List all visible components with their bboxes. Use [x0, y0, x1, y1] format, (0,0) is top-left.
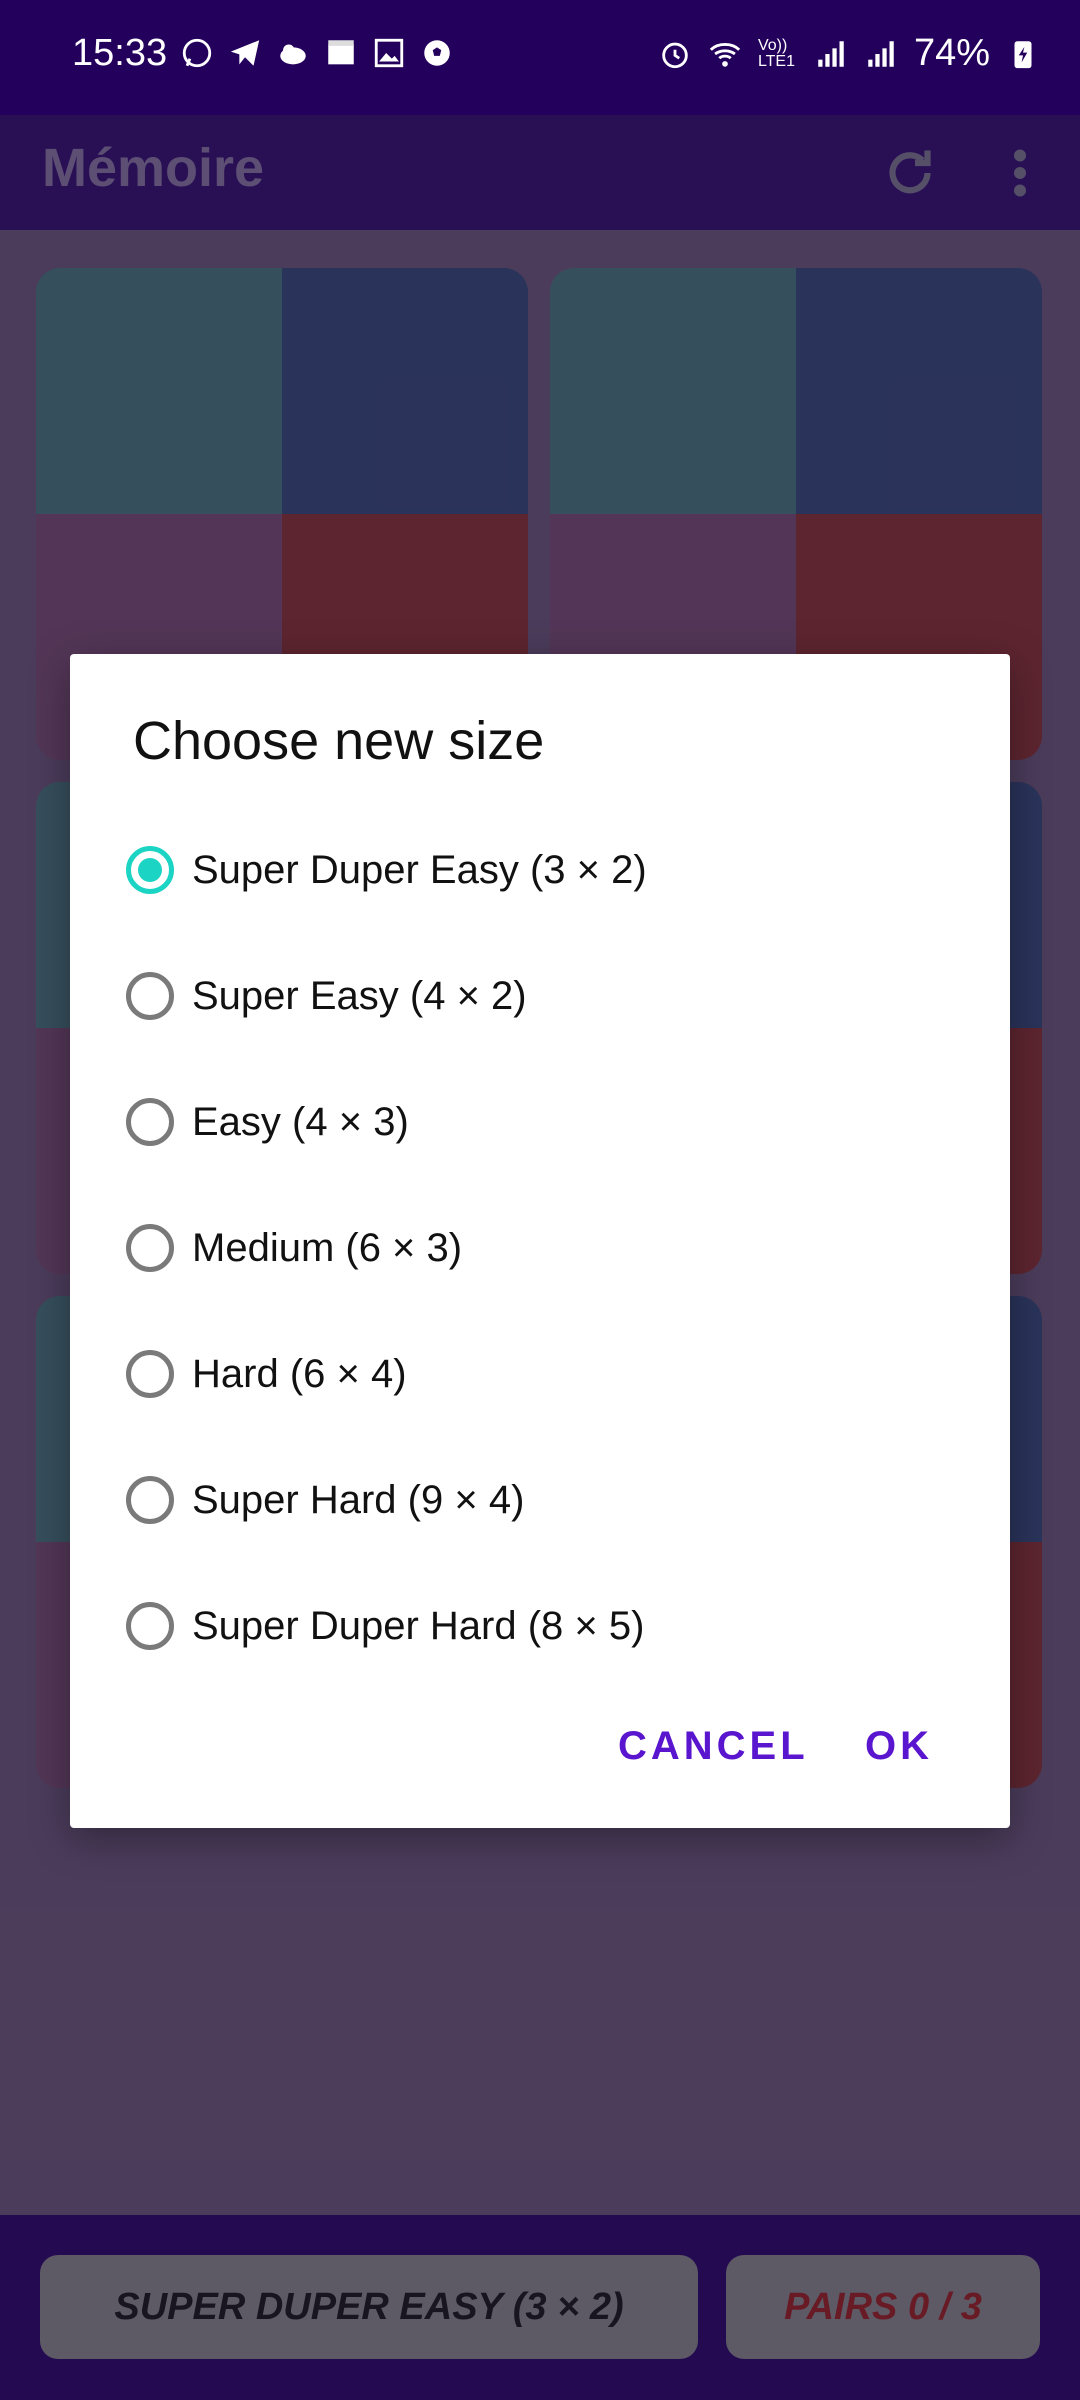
radio-unselected[interactable] [126, 1098, 174, 1146]
wifi-icon [709, 42, 741, 67]
cloud-icon [280, 44, 306, 65]
size-option[interactable]: Super Duper Hard (8 × 5) [126, 1581, 946, 1671]
battery-icon [1014, 40, 1032, 68]
soccer-icon [424, 40, 450, 66]
radio-unselected[interactable] [126, 1224, 174, 1272]
size-option-label: Hard (6 × 4) [192, 1351, 407, 1396]
size-option[interactable]: Easy (4 × 3) [126, 1077, 946, 1167]
size-option-label: Easy (4 × 3) [192, 1099, 409, 1144]
size-option-label: Super Easy (4 × 2) [192, 973, 527, 1018]
radio-unselected[interactable] [126, 1350, 174, 1398]
battery-percent: 74% [913, 32, 990, 74]
image-icon [374, 38, 404, 68]
telegram-icon [230, 40, 260, 66]
size-option-label: Super Duper Hard (8 × 5) [192, 1603, 645, 1648]
radio-unselected[interactable] [126, 1602, 174, 1650]
ok-button[interactable]: OK [865, 1724, 933, 1769]
cancel-button[interactable]: CANCEL [618, 1724, 809, 1769]
status-time: 15:33 [72, 32, 168, 74]
size-option-label: Super Hard (9 × 4) [192, 1477, 525, 1522]
alarm-icon [662, 42, 688, 68]
whatsapp-icon [182, 38, 212, 68]
size-option[interactable]: Medium (6 × 3) [126, 1203, 946, 1293]
volte-label: Vo)) LTE1 [757, 36, 795, 70]
signal-icon [818, 40, 844, 67]
size-option[interactable]: Super Duper Easy (3 × 2) [126, 825, 946, 915]
dialog-title: Choose new size [133, 711, 545, 771]
status-bar: 15:33 Vo)) LTE1 74% [0, 0, 1080, 115]
radio-unselected[interactable] [126, 972, 174, 1020]
size-option[interactable]: Super Easy (4 × 2) [126, 951, 946, 1041]
box-icon [328, 40, 354, 65]
size-option[interactable]: Super Hard (9 × 4) [126, 1455, 946, 1545]
size-option-label: Super Duper Easy (3 × 2) [192, 847, 647, 892]
size-option-label: Medium (6 × 3) [192, 1225, 463, 1270]
size-option[interactable]: Hard (6 × 4) [126, 1329, 946, 1419]
choose-size-dialog: Choose new size Super Duper Easy (3 × 2)… [70, 654, 1010, 1828]
signal-icon [868, 40, 894, 67]
radio-unselected[interactable] [126, 1476, 174, 1524]
radio-selected[interactable] [126, 846, 174, 894]
